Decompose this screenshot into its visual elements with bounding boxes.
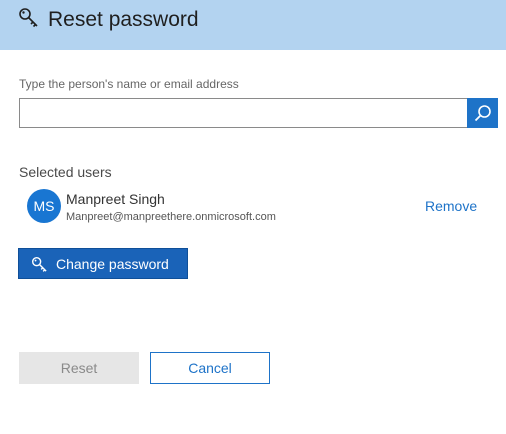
page-title: Reset password: [48, 8, 199, 31]
search-button[interactable]: [467, 98, 498, 128]
search-label: Type the person's name or email address: [19, 77, 239, 91]
remove-user-link[interactable]: Remove: [425, 198, 477, 214]
key-icon: [19, 8, 38, 28]
header-bar: Reset password: [0, 0, 506, 50]
search-field-container: [19, 98, 498, 128]
key-icon: [31, 256, 47, 272]
selected-users-heading: Selected users: [19, 164, 112, 180]
reset-button[interactable]: Reset: [19, 352, 139, 384]
search-input[interactable]: [20, 99, 468, 127]
cancel-button[interactable]: Cancel: [150, 352, 270, 384]
user-name: Manpreet Singh: [66, 191, 165, 207]
user-email: Manpreet@manpreethere.onmicrosoft.com: [66, 211, 276, 223]
avatar: MS: [27, 189, 61, 223]
search-icon: [474, 105, 491, 122]
change-password-label: Change password: [56, 256, 169, 272]
change-password-button[interactable]: Change password: [18, 248, 188, 279]
